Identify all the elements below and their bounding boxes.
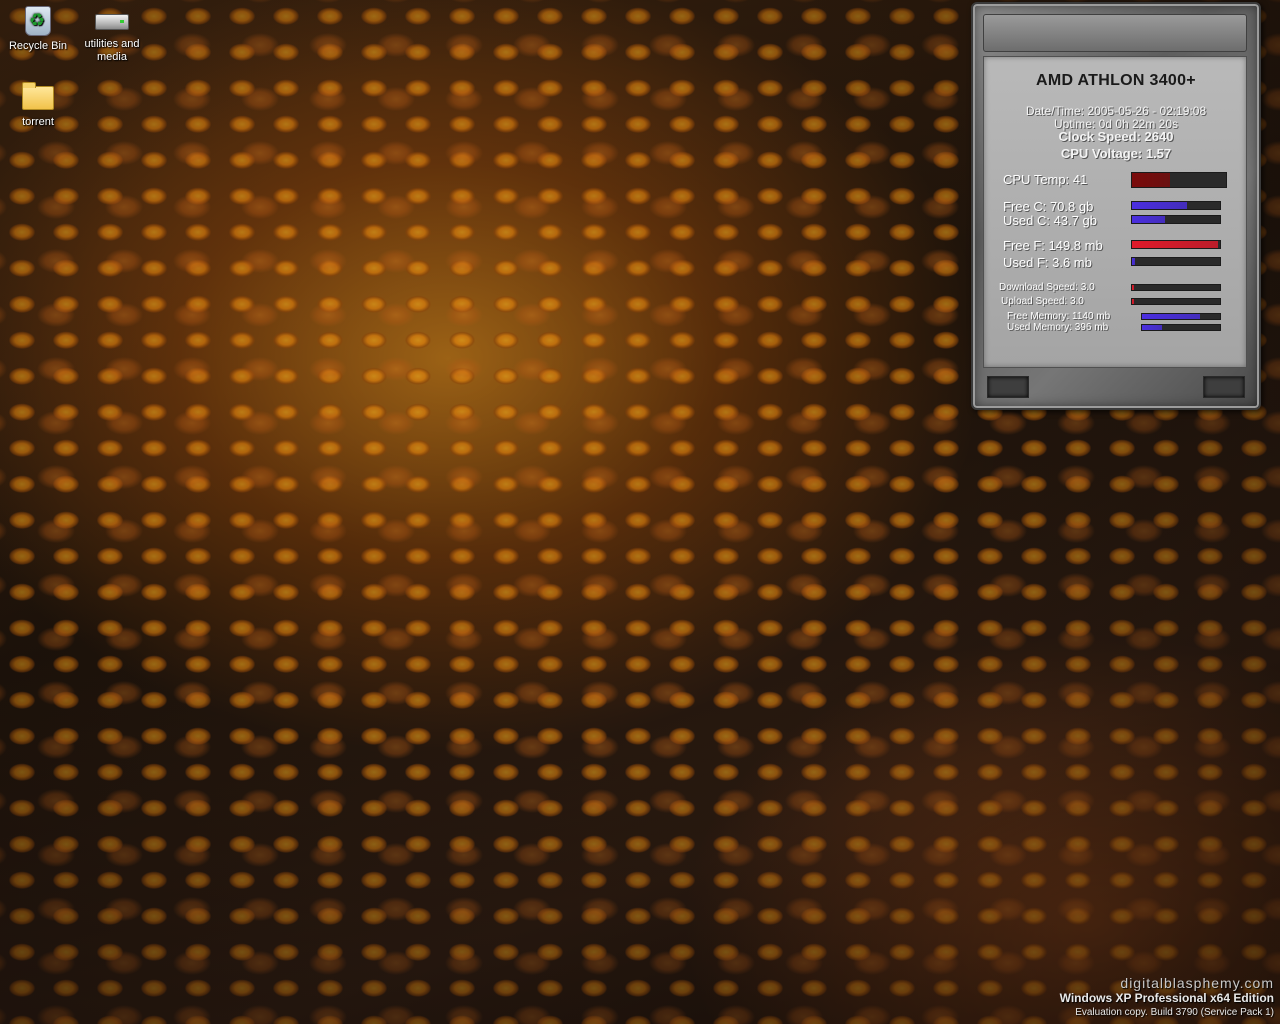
recycle-bin-icon — [25, 6, 51, 36]
widget-upload-label: Upload Speed: 3.0 — [1001, 296, 1084, 307]
widget-used-memory-bar — [1141, 324, 1221, 331]
widget-used-f-fill — [1132, 258, 1135, 265]
widget-free-f-bar — [1131, 240, 1221, 249]
widget-used-f-label: Used F: 3.6 mb — [1003, 255, 1092, 270]
widget-cpu-temp-fill — [1132, 173, 1170, 187]
wallpaper-site-watermark: digitalblasphemy.com — [1120, 975, 1274, 991]
widget-used-f-bar — [1131, 257, 1221, 266]
os-build-text: Evaluation copy. Build 3790 (Service Pac… — [1075, 1007, 1274, 1018]
widget-free-memory-bar — [1141, 313, 1221, 320]
system-monitor-widget[interactable]: AMD ATHLON 3400+ Date/Time: 2005-05-26 -… — [971, 2, 1261, 410]
widget-clock-speed: Clock Speed: 2640 — [1058, 129, 1174, 144]
widget-cpu-temp-label: CPU Temp: 41 — [1003, 172, 1088, 187]
widget-notch-left — [987, 376, 1029, 398]
widget-cpu-temp-bar — [1131, 172, 1227, 188]
widget-download-label: Download Speed: 3.0 — [999, 282, 1095, 293]
desktop-icon-torrent[interactable]: torrent — [0, 80, 76, 129]
drive-icon — [95, 14, 129, 30]
widget-used-c-label: Used C: 43.7 gb — [1003, 213, 1097, 228]
widget-top-plate — [983, 14, 1247, 52]
widget-free-c-label: Free C: 70.8 gb — [1003, 199, 1094, 214]
os-edition-text: Windows XP Professional x64 Edition — [1059, 991, 1274, 1005]
widget-cpu-voltage: CPU Voltage: 1.57 — [1060, 146, 1172, 161]
desktop-icon-label: Recycle Bin — [8, 40, 68, 52]
widget-free-memory-label: Free Memory: 1140 mb — [1007, 311, 1111, 322]
widget-free-f-fill — [1132, 241, 1219, 248]
widget-upload-bar — [1131, 298, 1221, 305]
widget-download-fill — [1132, 285, 1134, 290]
widget-free-f-label: Free F: 149.8 mb — [1003, 238, 1103, 253]
widget-free-memory-fill — [1142, 314, 1200, 319]
desktop-icon-label: utilities and media — [84, 38, 140, 63]
folder-icon — [22, 82, 54, 110]
widget-used-memory-label: Used Memory: 396 mb — [1007, 322, 1109, 333]
widget-used-memory-fill — [1142, 325, 1163, 330]
desktop-icon-utilities-and-media[interactable]: utilities and media — [74, 4, 150, 64]
widget-free-c-bar — [1131, 201, 1221, 210]
widget-download-bar — [1131, 284, 1221, 291]
widget-used-c-bar — [1131, 215, 1221, 224]
desktop-icon-label: torrent — [22, 116, 54, 128]
widget-free-c-fill — [1132, 202, 1187, 209]
widget-title: AMD ATHLON 3400+ — [1036, 72, 1196, 89]
widget-datetime: Date/Time: 2005-05-26 - 02:19:08 — [1025, 104, 1207, 118]
widget-used-c-fill — [1132, 216, 1166, 223]
widget-upload-fill — [1132, 299, 1134, 304]
desktop-icon-recycle-bin[interactable]: Recycle Bin — [0, 4, 76, 53]
widget-notch-right — [1203, 376, 1245, 398]
